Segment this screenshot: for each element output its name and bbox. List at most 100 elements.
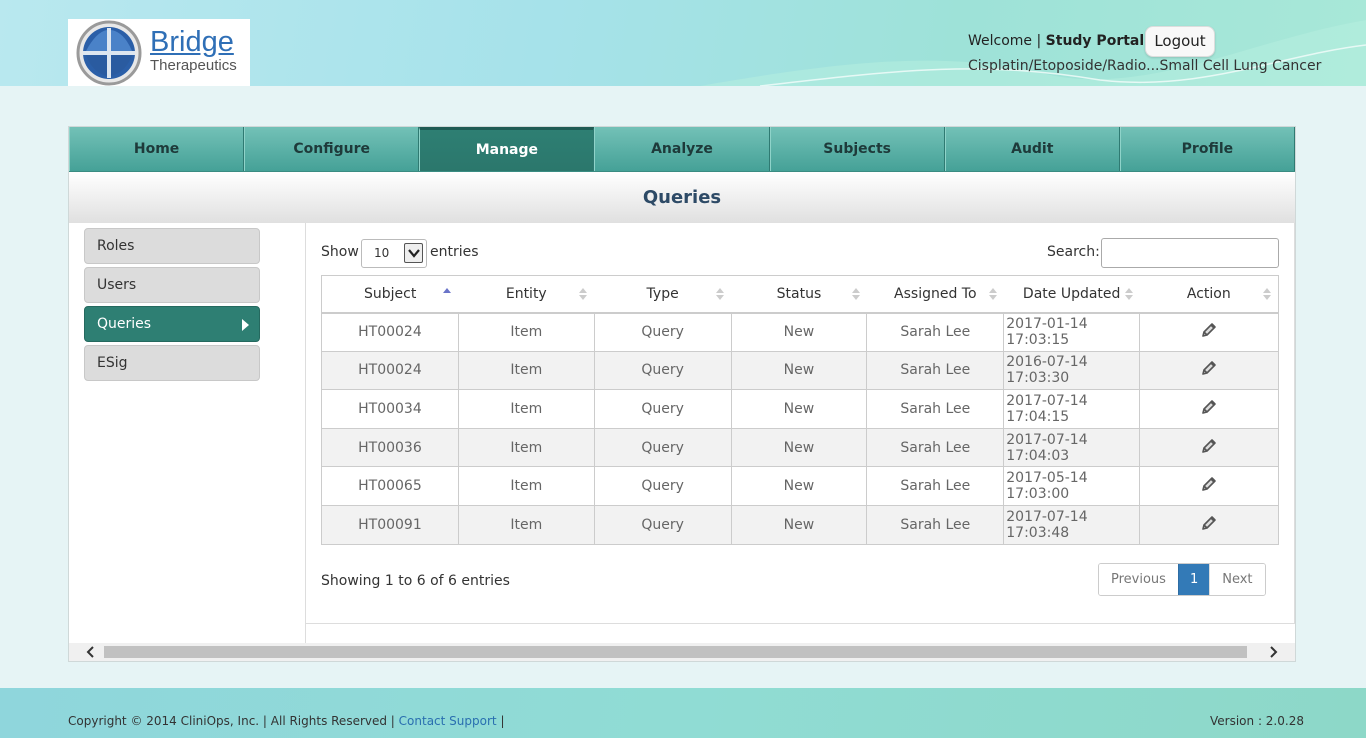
cell-action: [1139, 466, 1279, 506]
column-header-date-updated[interactable]: Date Updated: [1003, 275, 1140, 314]
nav-profile[interactable]: Profile: [1119, 127, 1295, 171]
next-button[interactable]: Next: [1210, 564, 1265, 595]
footer-separator: |: [500, 714, 505, 728]
cell-entity: Item: [457, 427, 595, 468]
sidebar-item-roles[interactable]: Roles: [84, 228, 260, 264]
search-input[interactable]: [1101, 238, 1279, 268]
table-row: HT00034 Item Query New Sarah Lee 2017-07…: [321, 389, 1279, 429]
table-row: HT00091 Item Query New Sarah Lee 2017-07…: [321, 504, 1279, 545]
edit-pencil-icon[interactable]: [1200, 359, 1218, 377]
page-size-value: 10: [374, 246, 390, 260]
column-label: Entity: [505, 285, 547, 302]
column-header-status[interactable]: Status: [731, 275, 867, 314]
sort-both-icon: [988, 288, 997, 300]
column-header-assigned-to[interactable]: Assigned To: [866, 275, 1004, 314]
nav-analyze[interactable]: Analyze: [594, 127, 770, 171]
sidebar-item-queries[interactable]: Queries: [84, 306, 260, 342]
cell-action: [1139, 389, 1279, 429]
cell-date-updated: 2017-05-14 17:03:00: [1003, 466, 1141, 506]
cell-date-updated: 2017-07-14 17:03:48: [1003, 504, 1141, 545]
table-row: HT00024 Item Query New Sarah Lee 2017-01…: [321, 312, 1279, 352]
cell-assigned-to: Sarah Lee: [866, 466, 1005, 506]
logout-button[interactable]: Logout: [1145, 26, 1215, 57]
page-1-button[interactable]: 1: [1177, 564, 1211, 595]
cell-entity: Item: [457, 504, 595, 545]
cell-entity: Item: [457, 389, 595, 429]
cell-date-updated: 2017-07-14 17:04:03: [1003, 427, 1141, 468]
sidebar-item-label: ESig: [97, 355, 128, 371]
cell-type: Query: [593, 350, 732, 391]
page-size-select[interactable]: 10: [361, 239, 427, 268]
contact-support-link[interactable]: Contact Support: [399, 714, 497, 728]
pagination: Previous 1 Next: [1098, 563, 1266, 596]
table-row: HT00024 Item Query New Sarah Lee 2016-07…: [321, 350, 1279, 391]
column-label: Action: [1186, 285, 1231, 302]
cell-action: [1139, 427, 1279, 468]
user-name: Study Portal: [1045, 33, 1145, 49]
table-row: HT00065 Item Query New Sarah Lee 2017-05…: [321, 466, 1279, 506]
column-label: Status: [776, 285, 822, 302]
welcome-prefix: Welcome |: [968, 33, 1042, 49]
main-panel: Home Configure Manage Analyze Subjects A…: [68, 126, 1296, 662]
cell-entity: Item: [457, 312, 595, 352]
logo-globe-icon: [74, 20, 144, 86]
nav-subjects[interactable]: Subjects: [769, 127, 945, 171]
table-header-row: Subject Entity Type Status Assigned To D…: [321, 275, 1279, 314]
nav-home[interactable]: Home: [69, 127, 245, 171]
nav-configure[interactable]: Configure: [244, 127, 420, 171]
table-row: HT00036 Item Query New Sarah Lee 2017-07…: [321, 427, 1279, 468]
main-nav: Home Configure Manage Analyze Subjects A…: [69, 127, 1295, 172]
cell-action: [1139, 312, 1279, 352]
cell-status: New: [730, 504, 868, 545]
cell-type: Query: [593, 312, 732, 352]
edit-pencil-icon[interactable]: [1200, 475, 1218, 493]
copyright-text: Copyright © 2014 CliniOps, Inc. | All Ri…: [68, 714, 505, 728]
scroll-left-icon[interactable]: [83, 645, 99, 659]
bridge-logo[interactable]: Bridge Therapeutics: [68, 19, 250, 86]
cell-date-updated: 2017-01-14 17:03:15: [1003, 312, 1141, 352]
scroll-right-icon[interactable]: [1265, 645, 1281, 659]
cell-assigned-to: Sarah Lee: [866, 427, 1005, 468]
sidebar-item-label: Users: [97, 277, 137, 293]
column-label: Assigned To: [894, 285, 977, 302]
scrollbar-thumb[interactable]: [104, 646, 1247, 658]
cell-entity: Item: [457, 350, 595, 391]
sidebar-item-label: Roles: [97, 238, 135, 254]
queries-table: Subject Entity Type Status Assigned To D…: [321, 275, 1279, 545]
cell-date-updated: 2017-07-14 17:04:15: [1003, 389, 1141, 429]
edit-pencil-icon[interactable]: [1200, 514, 1218, 532]
page-title-bar: Queries: [69, 172, 1295, 223]
cell-subject: HT00091: [321, 504, 459, 545]
app-footer: Copyright © 2014 CliniOps, Inc. | All Ri…: [0, 688, 1366, 738]
sidebar-item-users[interactable]: Users: [84, 267, 260, 303]
sort-ascending-icon: [443, 288, 452, 293]
horizontal-scrollbar[interactable]: [69, 643, 1295, 661]
cell-subject: HT00024: [321, 312, 459, 352]
logo-subtitle: Therapeutics: [150, 56, 237, 74]
column-header-subject[interactable]: Subject: [321, 275, 459, 314]
sort-both-icon: [1124, 288, 1133, 300]
queries-content: Show 10 entries Search: Subject Entity T…: [306, 223, 1295, 624]
column-header-entity[interactable]: Entity: [458, 275, 595, 314]
cell-entity: Item: [457, 466, 595, 506]
cell-subject: HT00036: [321, 427, 459, 468]
cell-assigned-to: Sarah Lee: [866, 389, 1005, 429]
nav-audit[interactable]: Audit: [944, 127, 1120, 171]
edit-pencil-icon[interactable]: [1200, 398, 1218, 416]
show-label: Show: [321, 244, 359, 260]
cell-status: New: [730, 427, 868, 468]
previous-button[interactable]: Previous: [1099, 564, 1178, 595]
cell-status: New: [730, 350, 868, 391]
sort-both-icon: [1263, 288, 1271, 300]
column-header-type[interactable]: Type: [594, 275, 732, 314]
sidebar-item-esig[interactable]: ESig: [84, 345, 260, 381]
sort-both-icon: [851, 288, 860, 300]
cell-status: New: [730, 312, 868, 352]
edit-pencil-icon[interactable]: [1200, 437, 1218, 455]
cell-assigned-to: Sarah Lee: [866, 504, 1005, 545]
cell-subject: HT00024: [321, 350, 459, 391]
column-label: Subject: [364, 285, 417, 302]
nav-manage[interactable]: Manage: [419, 127, 595, 171]
column-header-action[interactable]: Action: [1139, 275, 1279, 314]
edit-pencil-icon[interactable]: [1200, 321, 1218, 339]
